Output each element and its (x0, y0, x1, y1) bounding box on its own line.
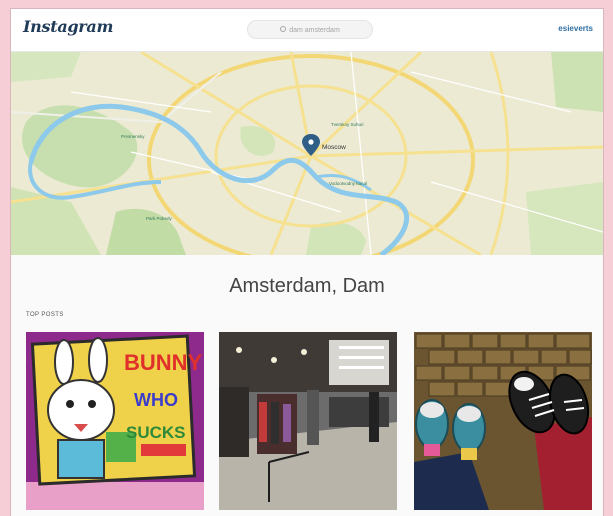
post-text-art: BUNNY (124, 350, 203, 375)
post-text-art: SUCKS (126, 423, 186, 442)
post-text-art: WHO (134, 390, 178, 410)
post-image-bunny-poster: BUNNY WHO SUCKS (26, 332, 204, 510)
map-park-area (526, 182, 603, 255)
map-park-area (11, 52, 81, 82)
instagram-logo[interactable]: Instagram (23, 17, 113, 36)
map-road (140, 52, 312, 158)
map-road (310, 145, 603, 158)
top-post-2[interactable] (219, 332, 397, 510)
search-icon (280, 26, 287, 33)
map-canvas: Moscow Tverskoy Suhuri Vodootvodny kanal… (11, 52, 603, 255)
instagram-window: Instagram dam amsterdam esieverts Moscow… (10, 8, 604, 516)
username-link[interactable]: esieverts (558, 24, 593, 33)
map-road (269, 155, 313, 255)
top-post-1[interactable]: BUNNY WHO SUCKS (26, 332, 204, 510)
post-image-store-interior (219, 332, 397, 510)
map-label-city: Moscow (322, 144, 346, 151)
map-label: Park Pobedy (146, 216, 173, 221)
map-road (11, 71, 222, 124)
top-posts-heading: TOP POSTS (26, 312, 64, 318)
location-map[interactable]: Moscow Tverskoy Suhuri Vodootvodny kanal… (11, 52, 603, 255)
post-image-sneakers-cobblestone (414, 332, 592, 510)
top-post-3[interactable] (414, 332, 592, 510)
map-label: Vodootvodny kanal (329, 181, 367, 186)
search-input-text: dam amsterdam (289, 27, 340, 34)
search-input[interactable]: dam amsterdam (247, 20, 373, 39)
location-title: Amsterdam, Dam (229, 275, 385, 297)
map-park-area (551, 52, 603, 112)
map-label: Tverskoy Suhuri (331, 122, 364, 127)
map-road (489, 52, 510, 255)
map-label: Presnensky (121, 134, 145, 139)
top-navigation-bar: Instagram dam amsterdam esieverts (11, 9, 603, 52)
